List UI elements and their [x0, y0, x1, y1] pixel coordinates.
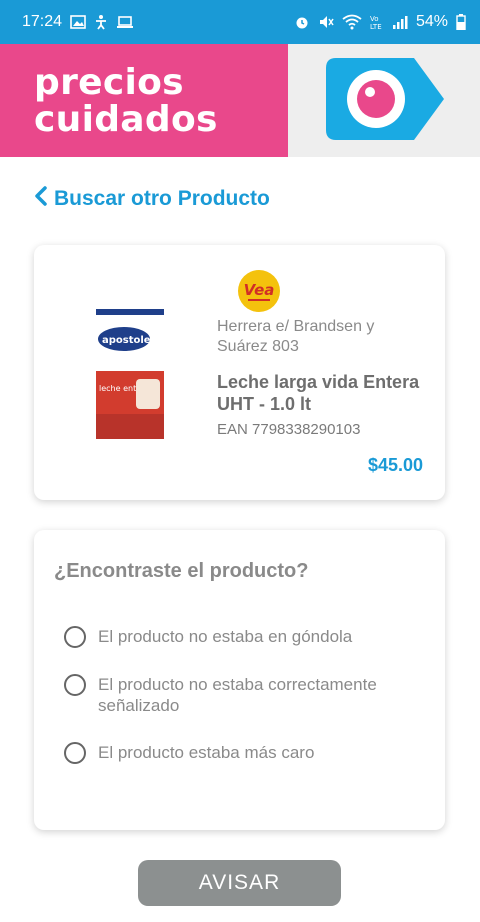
status-left: 17:24 — [22, 13, 134, 31]
store-logo-vea: Vea — [236, 269, 282, 318]
brand-line-2: cuidados — [34, 99, 218, 140]
avisar-button[interactable]: AVISAR — [138, 860, 341, 906]
option-not-on-shelf[interactable]: El producto no estaba en góndola — [64, 626, 418, 648]
signal-icon — [392, 15, 408, 29]
option-more-expensive[interactable]: El producto estaba más caro — [64, 742, 418, 764]
chevron-left-icon — [34, 186, 48, 212]
brand-block: precios cuidados — [0, 44, 288, 157]
svg-text:Vo: Vo — [370, 15, 379, 23]
store-logo-text: Vea — [244, 281, 275, 299]
product-card: apostoles leche entera Vea Herrera e/ Br… — [34, 245, 445, 500]
battery-percent: 54% — [415, 13, 448, 30]
back-to-search-link[interactable]: Buscar otro Producto — [34, 186, 270, 212]
svg-text:LTE: LTE — [370, 23, 382, 30]
radio-button[interactable] — [64, 742, 86, 764]
found-product-card: ¿Encontraste el producto? El producto no… — [34, 530, 445, 830]
product-image-brand: apostoles — [102, 335, 157, 346]
brand-title: precios cuidados — [34, 64, 218, 138]
mute-icon — [318, 14, 334, 30]
volte-icon: Vo LTE — [370, 14, 384, 30]
status-bar: 17:24 Vo LTE 54% — [0, 0, 480, 44]
question-title: ¿Encontraste el producto? — [54, 560, 309, 582]
option-label: El producto no estaba en góndola — [98, 627, 353, 646]
option-not-signaled[interactable]: El producto no estaba correctamente seña… — [64, 674, 418, 716]
eye-tag-icon — [326, 58, 446, 145]
accessibility-icon — [94, 14, 108, 30]
wifi-icon — [342, 14, 362, 30]
product-name: Leche larga vida Entera UHT - 1.0 lt — [217, 372, 420, 414]
brand-line-1: precios — [34, 62, 184, 103]
battery-icon — [456, 14, 466, 30]
laptop-icon — [116, 15, 134, 29]
gallery-icon — [70, 15, 86, 29]
status-time: 17:24 — [22, 13, 63, 30]
product-image: apostoles leche entera — [96, 309, 164, 444]
option-label: El producto no estaba correctamente seña… — [98, 675, 377, 715]
product-ean: EAN 7798338290103 — [217, 421, 361, 438]
app-header: precios cuidados — [0, 44, 480, 157]
back-link-label: Buscar otro Producto — [54, 187, 270, 210]
store-address: Herrera e/ Brandsen y Suárez 803 — [217, 318, 375, 355]
alarm-icon — [294, 14, 310, 30]
status-right: Vo LTE 54% — [294, 13, 466, 31]
radio-button[interactable] — [64, 674, 86, 696]
product-price: $45.00 — [367, 455, 423, 475]
radio-button[interactable] — [64, 626, 86, 648]
option-label: El producto estaba más caro — [98, 743, 315, 762]
